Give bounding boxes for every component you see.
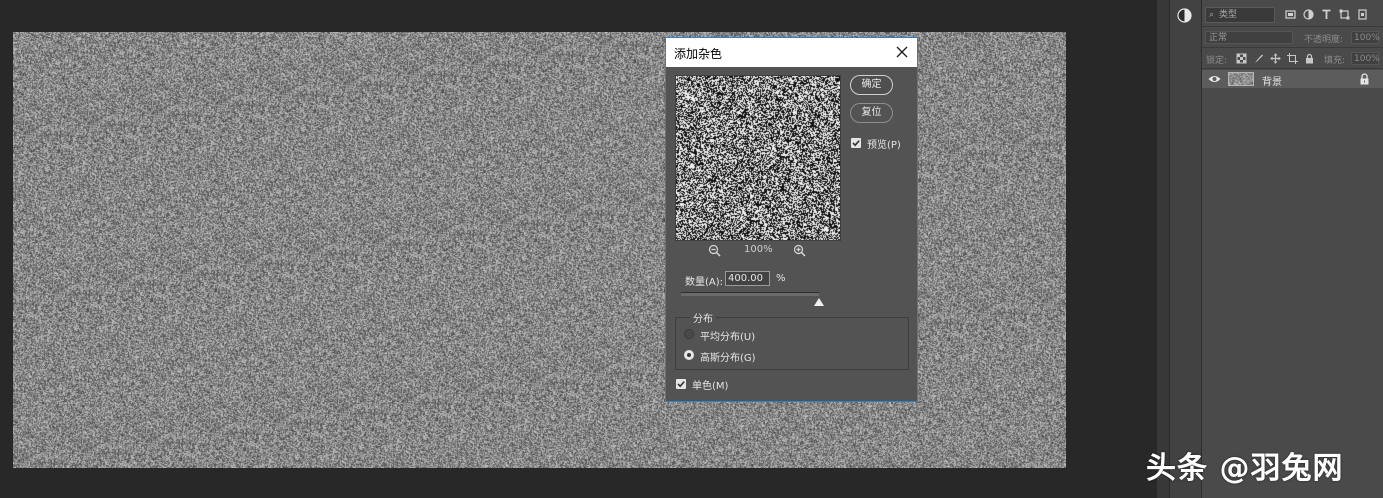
amount-slider-fill <box>681 293 819 296</box>
blend-row: 正常 不透明度: 100% <box>1202 29 1383 48</box>
zoom-out-icon[interactable] <box>708 244 721 257</box>
dialog-title: 添加杂色 <box>674 47 723 61</box>
monochromatic-checkbox[interactable] <box>676 379 686 389</box>
eye-icon[interactable] <box>1208 73 1221 85</box>
opacity-label: 不透明度: <box>1304 35 1344 45</box>
watermark: 头条 @羽兔网 <box>1146 451 1344 486</box>
preview-label[interactable]: 预览(P) <box>867 136 901 151</box>
workspace <box>0 0 1157 498</box>
layer-name: 背景 <box>1262 77 1282 88</box>
layer-filter-select[interactable]: ⌕ 类型 <box>1205 7 1275 23</box>
pixel-filter-icon[interactable] <box>1284 8 1297 21</box>
lock-icon[interactable] <box>1304 53 1315 64</box>
dialog-titlebar[interactable]: 添加杂色 <box>666 38 917 67</box>
monochromatic-label[interactable]: 单色(M) <box>692 377 728 392</box>
brush-icon[interactable] <box>1253 53 1264 64</box>
fill-input[interactable]: 100% <box>1351 52 1380 65</box>
ok-button[interactable]: 确定 <box>850 75 893 95</box>
artboard-icon[interactable] <box>1287 53 1298 64</box>
search-icon: ⌕ <box>1209 10 1215 20</box>
layer-row-background[interactable]: 背景 <box>1202 70 1383 88</box>
distribution-legend: 分布 <box>690 310 716 325</box>
layer-filter-icons <box>1284 8 1369 21</box>
lock-icon <box>1359 73 1370 85</box>
panel-icon-column <box>1170 0 1202 498</box>
half-circle-icon[interactable] <box>1177 8 1192 23</box>
lock-label: 锁定: <box>1206 56 1228 66</box>
type-filter-icon[interactable] <box>1320 8 1333 21</box>
close-icon[interactable] <box>894 44 910 60</box>
uniform-radio[interactable] <box>684 329 694 339</box>
lock-row: 锁定: 填充: 100% <box>1202 50 1383 69</box>
add-noise-dialog: 添加杂色 100% 确定 复位 预览(P) 数量(A): 400.00 % 分布… <box>665 37 918 402</box>
layer-filter-row: ⌕ 类型 <box>1202 4 1383 27</box>
blend-mode-select[interactable]: 正常 <box>1205 31 1293 44</box>
photoshop-window: ⌕ 类型 正常 不透明度: 100% 锁定: 填充: 100% 背景 添加杂色 … <box>0 0 1383 498</box>
smart-object-filter-icon[interactable] <box>1356 8 1369 21</box>
amount-label: 数量(A): <box>685 277 724 288</box>
preview-image <box>676 76 840 240</box>
gaussian-radio[interactable] <box>684 350 694 360</box>
filter-preview[interactable] <box>675 75 841 241</box>
fill-label: 填充: <box>1324 56 1346 66</box>
zoom-in-icon[interactable] <box>793 244 806 257</box>
reset-button[interactable]: 复位 <box>850 103 893 123</box>
gaussian-label[interactable]: 高斯分布(G) <box>700 349 756 364</box>
amount-slider-handle[interactable] <box>814 296 824 306</box>
zoom-level: 100% <box>744 244 773 255</box>
opacity-input[interactable]: 100% <box>1351 31 1380 44</box>
lock-transparency-icon[interactable] <box>1236 53 1247 64</box>
layer-filter-kind: 类型 <box>1219 10 1238 20</box>
amount-unit: % <box>776 273 786 284</box>
uniform-label[interactable]: 平均分布(U) <box>700 328 755 343</box>
panel-dock-strip <box>1157 0 1170 498</box>
move-icon[interactable] <box>1270 53 1281 64</box>
preview-checkbox[interactable] <box>851 138 861 148</box>
adjustment-filter-icon[interactable] <box>1302 8 1315 21</box>
shape-filter-icon[interactable] <box>1338 8 1351 21</box>
layer-thumbnail <box>1228 72 1254 86</box>
amount-slider-track[interactable] <box>681 292 819 296</box>
lock-icons <box>1236 53 1315 64</box>
layers-panel: ⌕ 类型 正常 不透明度: 100% 锁定: 填充: 100% 背景 <box>1202 0 1383 498</box>
amount-input[interactable]: 400.00 <box>725 271 770 286</box>
